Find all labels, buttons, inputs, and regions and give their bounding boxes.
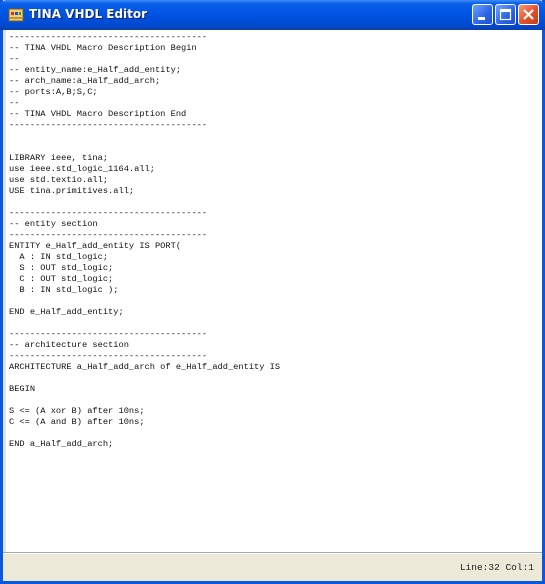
line-number: 32 [488,562,500,573]
code-text[interactable]: -------------------------------------- --… [9,32,280,450]
code-line[interactable]: -- entity section [9,219,280,230]
code-line[interactable] [9,131,280,142]
line-label: Line: [459,562,489,573]
code-line[interactable] [9,373,280,384]
status-bar: Line:32 Col:1 [3,553,542,581]
code-line[interactable]: A : IN std_logic; [9,252,280,263]
code-line[interactable]: -- ports:A,B;S,C; [9,87,280,98]
close-button[interactable] [518,4,539,25]
code-line[interactable]: LIBRARY ieee, tina; [9,153,280,164]
title-bar[interactable]: TINA VHDL Editor [0,0,545,30]
code-line[interactable]: -------------------------------------- [9,329,280,340]
minimize-button[interactable] [472,4,493,25]
code-line[interactable]: S : OUT std_logic; [9,263,280,274]
cursor-position: Line:32 Col:1 [460,562,534,573]
code-line[interactable] [9,142,280,153]
code-line[interactable] [9,318,280,329]
code-line[interactable]: -- [9,98,280,109]
code-line[interactable]: -- entity_name:e_Half_add_entity; [9,65,280,76]
code-line[interactable]: C <= (A and B) after 10ns; [9,417,280,428]
editor-gutter [3,30,6,552]
col-number: 1 [528,562,534,573]
code-line[interactable]: ENTITY e_Half_add_entity IS PORT( [9,241,280,252]
col-label: Col: [505,562,529,573]
editor-window: TINA VHDL Editor -----------------------… [0,0,545,584]
minimize-icon [478,17,485,20]
code-line[interactable]: BEGIN [9,384,280,395]
code-line[interactable] [9,296,280,307]
code-line[interactable]: -- arch_name:a_Half_add_arch; [9,76,280,87]
code-line[interactable]: -------------------------------------- [9,351,280,362]
maximize-button[interactable] [495,4,516,25]
code-line[interactable] [9,428,280,439]
code-line[interactable]: C : OUT std_logic; [9,274,280,285]
code-line[interactable]: -------------------------------------- [9,230,280,241]
code-line[interactable]: -------------------------------------- [9,120,280,131]
code-line[interactable]: -------------------------------------- [9,208,280,219]
code-line[interactable]: -------------------------------------- [9,32,280,43]
code-line[interactable]: B : IN std_logic ); [9,285,280,296]
code-line[interactable] [9,197,280,208]
close-icon [523,9,534,20]
code-line[interactable]: -- TINA VHDL Macro Description Begin [9,43,280,54]
code-line[interactable]: use ieee.std_logic_1164.all; [9,164,280,175]
window-title: TINA VHDL Editor [29,7,148,21]
tina-app-icon [8,7,24,23]
code-line[interactable]: USE tina.primitives.all; [9,186,280,197]
code-line[interactable]: -- TINA VHDL Macro Description End [9,109,280,120]
code-line[interactable] [9,395,280,406]
code-line[interactable]: use std.textio.all; [9,175,280,186]
code-line[interactable]: END e_Half_add_entity; [9,307,280,318]
code-line[interactable]: S <= (A xor B) after 10ns; [9,406,280,417]
code-line[interactable]: -- architecture section [9,340,280,351]
maximize-icon [499,8,512,21]
code-line[interactable]: ARCHITECTURE a_Half_add_arch of e_Half_a… [9,362,280,373]
code-line[interactable]: END a_Half_add_arch; [9,439,280,450]
code-line[interactable]: -- [9,54,280,65]
code-editor[interactable]: -------------------------------------- --… [3,30,542,553]
